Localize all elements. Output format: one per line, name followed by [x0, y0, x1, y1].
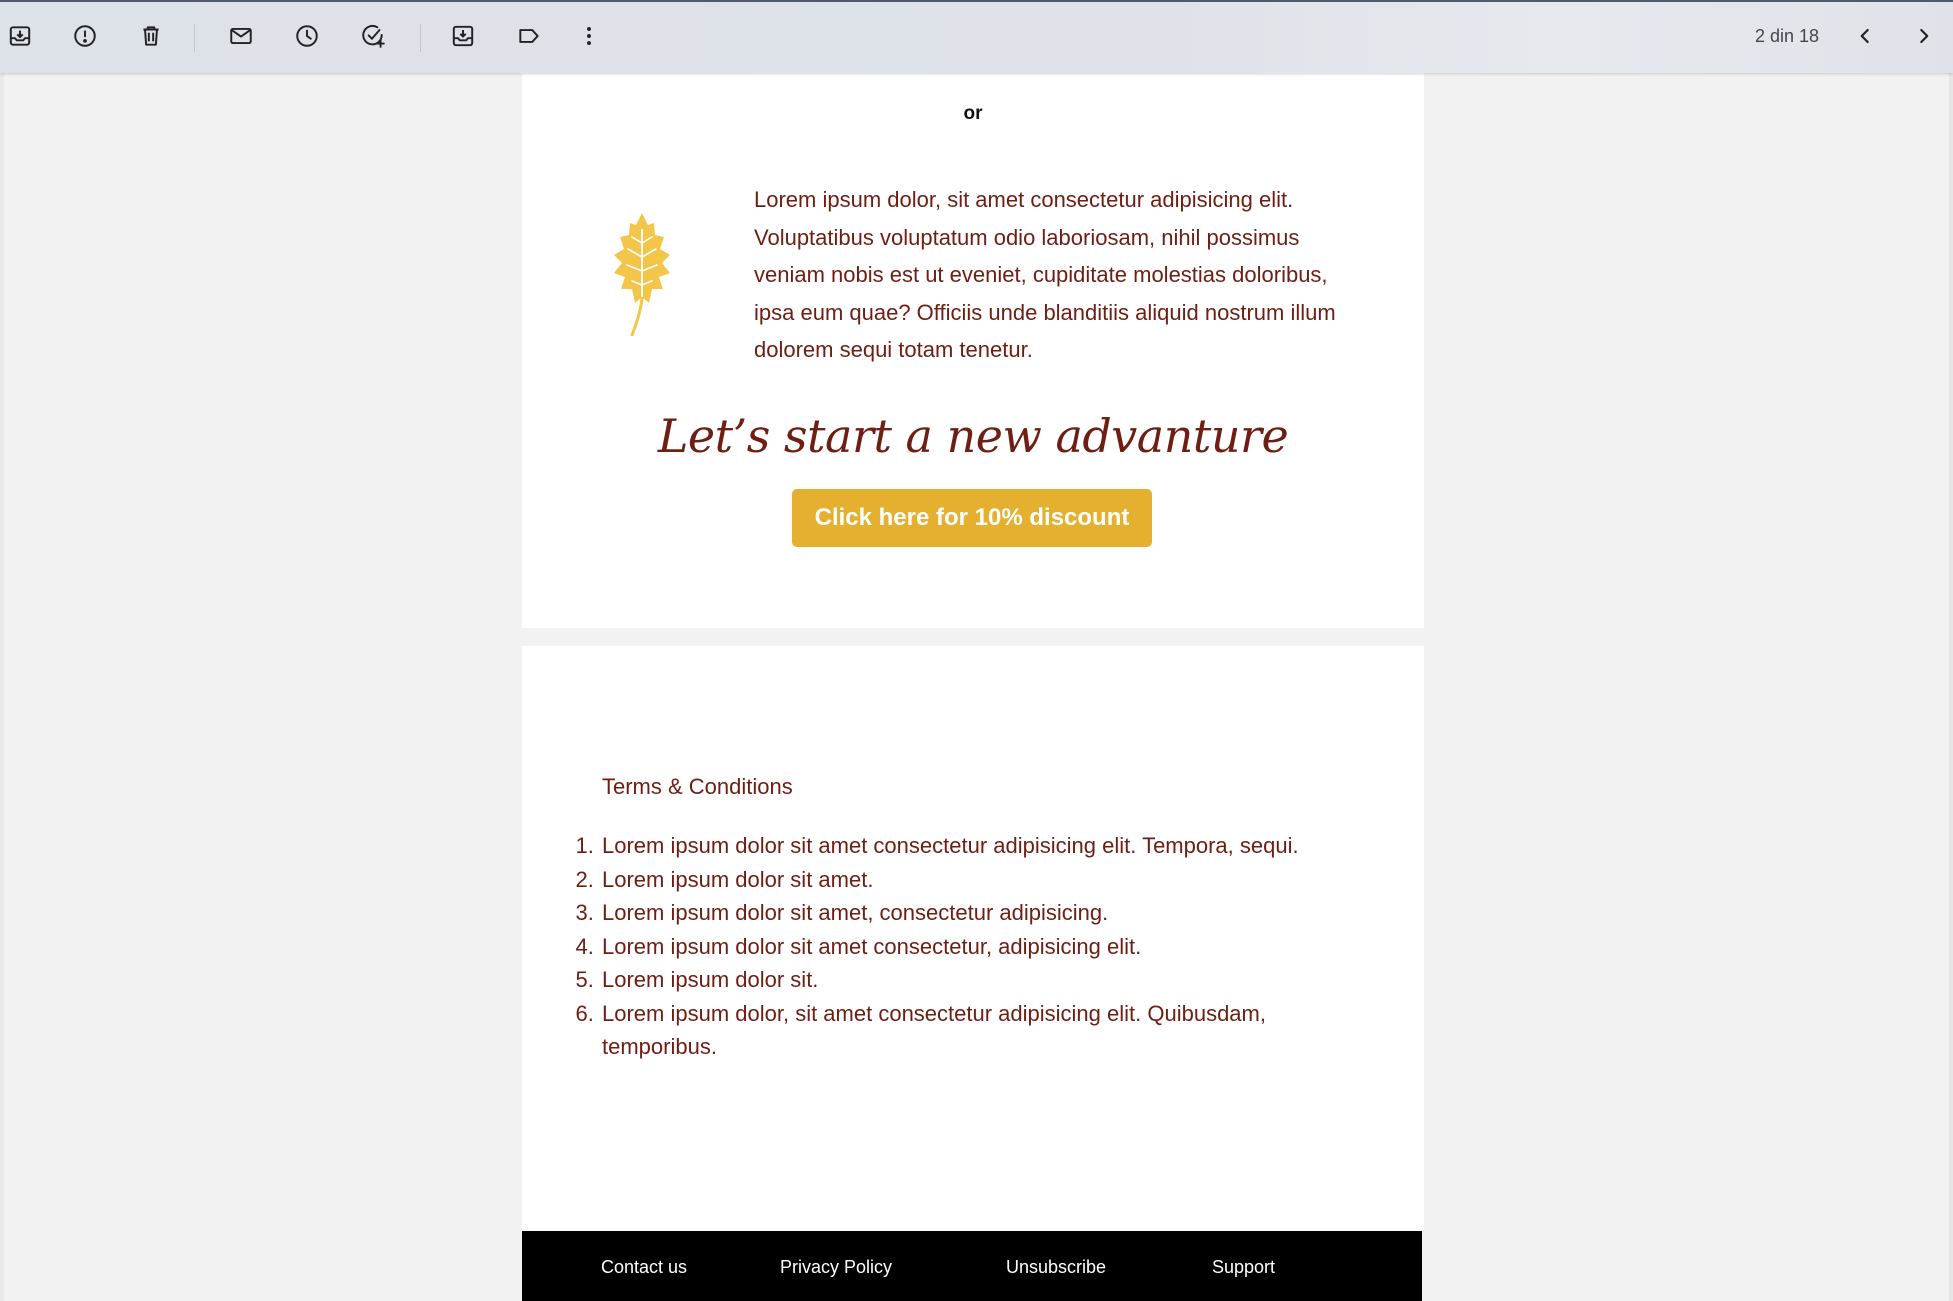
add-task-icon — [362, 24, 385, 48]
unsubscribe-link[interactable]: Unsubscribe — [1006, 1257, 1106, 1278]
intro-paragraph: Lorem ipsum dolor, sit amet consectetur … — [754, 187, 1336, 362]
label-icon — [519, 29, 539, 43]
toolbar-divider — [420, 24, 421, 52]
report-spam-button[interactable] — [65, 16, 105, 56]
terms-item: Lorem ipsum dolor sit amet consectetur, … — [600, 930, 1380, 964]
chevron-right-icon — [1920, 28, 1929, 44]
contact-us-link[interactable]: Contact us — [601, 1257, 687, 1278]
promo-section: or Lorem ipsum dolor, sit amet consectet… — [522, 73, 1424, 628]
terms-list: Lorem ipsum dolor sit amet consectetur a… — [578, 829, 1380, 1064]
report-spam-icon — [74, 25, 96, 47]
terms-title: Terms & Conditions — [602, 774, 793, 799]
email-footer: Contact us Privacy Policy Unsubscribe Su… — [522, 1231, 1422, 1301]
scrollbar-track[interactable] — [1949, 73, 1953, 1301]
move-to-button[interactable] — [443, 16, 483, 56]
move-to-icon — [452, 25, 474, 47]
mark-unread-button[interactable] — [221, 16, 261, 56]
delete-icon — [143, 26, 159, 46]
older-message-button[interactable] — [1845, 16, 1885, 56]
add-task-button[interactable] — [353, 16, 393, 56]
leaf-icon — [614, 213, 670, 336]
archive-button[interactable] — [0, 16, 40, 56]
terms-section: Terms & Conditions Lorem ipsum dolor sit… — [522, 646, 1424, 1231]
label-button[interactable] — [509, 16, 549, 56]
terms-item: Lorem ipsum dolor sit. — [600, 963, 1380, 997]
mark-unread-icon — [230, 27, 252, 45]
more-options-button[interactable] — [569, 16, 609, 56]
support-link[interactable]: Support — [1212, 1257, 1275, 1278]
pager-count: 2 din 18 — [1754, 26, 1819, 46]
terms-item: Lorem ipsum dolor sit amet, consectetur … — [600, 896, 1380, 930]
archive-icon — [9, 26, 31, 46]
left-edge — [0, 73, 4, 1301]
or-separator: or — [963, 103, 983, 124]
terms-item: Lorem ipsum dolor sit amet consectetur a… — [600, 829, 1380, 863]
snooze-icon — [296, 25, 318, 47]
headline: Let’s start a new advanture — [657, 409, 1289, 463]
toolbar-divider — [194, 24, 195, 52]
snooze-button[interactable] — [287, 16, 327, 56]
chevron-left-icon — [1860, 28, 1869, 44]
newer-message-button[interactable] — [1904, 16, 1944, 56]
email-toolbar: 2 din 18 — [0, 0, 1953, 73]
privacy-policy-link[interactable]: Privacy Policy — [780, 1257, 892, 1278]
discount-button[interactable]: Click here for 10% discount — [792, 489, 1152, 547]
terms-item: Lorem ipsum dolor, sit amet consectetur … — [600, 997, 1380, 1064]
more-options-icon — [587, 27, 591, 45]
terms-item: Lorem ipsum dolor sit amet. — [600, 863, 1380, 897]
delete-button[interactable] — [131, 16, 171, 56]
